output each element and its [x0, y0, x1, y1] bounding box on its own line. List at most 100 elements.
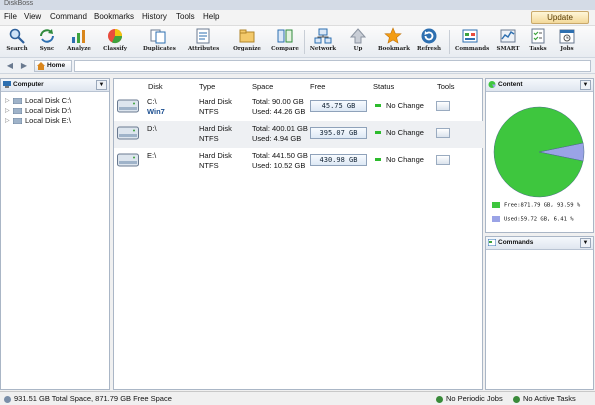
menu-file[interactable]: File: [4, 12, 17, 21]
analyze-icon: [72, 30, 85, 43]
network-icon: [314, 28, 332, 44]
chevron-down-icon[interactable]: ▼: [96, 80, 107, 90]
column-header-type[interactable]: Type: [199, 82, 215, 91]
menu-command[interactable]: Command: [50, 12, 87, 21]
column-header-free[interactable]: Free: [310, 82, 325, 91]
usage-pie-chart: [493, 106, 585, 198]
disk-fs: NTFS: [199, 161, 219, 170]
home-button[interactable]: Home: [34, 60, 72, 72]
up-button[interactable]: Up: [343, 27, 373, 53]
disk-total: Total: 90.00 GB: [252, 97, 304, 106]
disk-label: Win7: [147, 107, 165, 116]
content-panel-header: Content ▼: [486, 79, 593, 92]
space-summary: 931.51 GB Total Space, 871.79 GB Free Sp…: [14, 394, 172, 403]
analyze-button[interactable]: Analyze: [64, 27, 94, 53]
search-button[interactable]: Search: [2, 27, 32, 53]
tasks-button[interactable]: Tasks: [523, 27, 553, 53]
status-indicator-icon: [375, 158, 381, 161]
back-arrow-icon[interactable]: ◀: [4, 61, 16, 71]
column-header-disk[interactable]: Disk: [148, 82, 163, 91]
address-input[interactable]: [74, 60, 591, 72]
tree-item-disk-e[interactable]: ▷ Local Disk E:\: [1, 116, 109, 126]
commands-button[interactable]: Commands: [455, 27, 489, 53]
pie-chart-icon: [488, 81, 496, 88]
chevron-down-icon[interactable]: ▼: [580, 80, 591, 90]
forward-arrow-icon[interactable]: ▶: [18, 61, 30, 71]
disk-letter: D:\: [147, 124, 157, 133]
expand-arrow-icon[interactable]: ▷: [5, 116, 10, 126]
status-text: No Change: [386, 155, 424, 164]
tasks-icon: [531, 28, 545, 44]
status-text: No Change: [386, 128, 424, 137]
network-button[interactable]: Network: [308, 27, 338, 53]
smart-button[interactable]: SMART: [493, 27, 523, 53]
legend-swatch-used: [492, 216, 500, 222]
jobs-icon: [559, 29, 575, 44]
tree-item-disk-c[interactable]: ▷ Local Disk C:\: [1, 96, 109, 106]
sync-icon: [40, 29, 54, 43]
computer-panel-title: Computer: [13, 81, 44, 88]
table-row[interactable]: D:\ Hard Disk NTFS Total: 400.01 GB Used…: [114, 121, 483, 148]
column-header-space[interactable]: Space: [252, 82, 273, 91]
disk-type: Hard Disk: [199, 97, 232, 106]
organize-button[interactable]: Organize: [232, 27, 262, 53]
menu-history[interactable]: History: [142, 12, 167, 21]
refresh-icon: [421, 28, 437, 44]
sync-button[interactable]: Sync: [32, 27, 62, 53]
menu-tools[interactable]: Tools: [176, 12, 195, 21]
hard-disk-icon: [117, 126, 139, 140]
disk-icon: [13, 118, 22, 124]
content-panel-title: Content: [498, 81, 523, 88]
toolbar-separator: [304, 30, 305, 54]
disk-tools-button[interactable]: [436, 128, 450, 138]
disk-tools-button[interactable]: [436, 155, 450, 165]
bookmark-icon: [384, 27, 402, 44]
disk-icon: [13, 108, 22, 114]
active-tasks-status: No Active Tasks: [523, 394, 576, 403]
up-icon: [349, 28, 367, 44]
compare-button[interactable]: Compare: [270, 27, 300, 53]
free-space-value: 430.98 GB: [310, 154, 367, 166]
organize-icon: [239, 29, 255, 43]
jobs-status-icon: [436, 395, 443, 403]
status-bar: 931.51 GB Total Space, 871.79 GB Free Sp…: [0, 391, 595, 405]
commands-icon: [488, 239, 496, 246]
menu-view[interactable]: View: [24, 12, 41, 21]
chevron-down-icon[interactable]: ▼: [580, 238, 591, 248]
tasks-status-icon: [513, 395, 520, 403]
jobs-button[interactable]: Jobs: [552, 27, 582, 53]
duplicates-button[interactable]: Duplicates: [143, 27, 176, 53]
update-label: Update: [547, 13, 573, 22]
disk-used: Used: 44.26 GB: [252, 107, 306, 116]
menu-help[interactable]: Help: [203, 12, 219, 21]
disk-used: Used: 10.52 GB: [252, 161, 306, 170]
classify-button[interactable]: Classify: [100, 27, 130, 53]
disk-tools-button[interactable]: [436, 101, 450, 111]
computer-icon: [3, 81, 11, 88]
bookmark-button[interactable]: Bookmark: [378, 27, 410, 53]
status-indicator-icon: [375, 104, 381, 107]
commands-panel-header: Commands ▼: [486, 237, 593, 250]
expand-arrow-icon[interactable]: ▷: [5, 106, 10, 116]
attributes-button[interactable]: Attributes: [188, 27, 219, 53]
duplicates-icon: [150, 29, 166, 44]
compare-icon: [277, 29, 293, 43]
legend-used: Used:59.72 GB, 6.41 %: [492, 216, 574, 223]
tree-item-disk-d[interactable]: ▷ Local Disk D:\: [1, 106, 109, 116]
table-row[interactable]: C:\ Win7 Hard Disk NTFS Total: 90.00 GB …: [114, 94, 483, 121]
disk-type: Hard Disk: [199, 124, 232, 133]
table-row[interactable]: E:\ Hard Disk NTFS Total: 441.50 GB Used…: [114, 148, 483, 175]
free-space-value: 45.75 GB: [310, 100, 367, 112]
computer-panel-header: Computer ▼: [1, 79, 109, 92]
column-header-tools[interactable]: Tools: [437, 82, 455, 91]
menu-bookmarks[interactable]: Bookmarks: [94, 12, 134, 21]
update-button[interactable]: Update: [531, 11, 589, 24]
toolbar-separator: [449, 30, 450, 54]
column-header-status[interactable]: Status: [373, 82, 394, 91]
disk-letter: C:\: [147, 97, 157, 106]
refresh-button[interactable]: Refresh: [414, 27, 444, 53]
disk-type: Hard Disk: [199, 151, 232, 160]
disk-status-icon: [4, 395, 11, 403]
menu-bar: File View Command Bookmarks History Tool…: [0, 10, 595, 26]
expand-arrow-icon[interactable]: ▷: [5, 96, 10, 106]
